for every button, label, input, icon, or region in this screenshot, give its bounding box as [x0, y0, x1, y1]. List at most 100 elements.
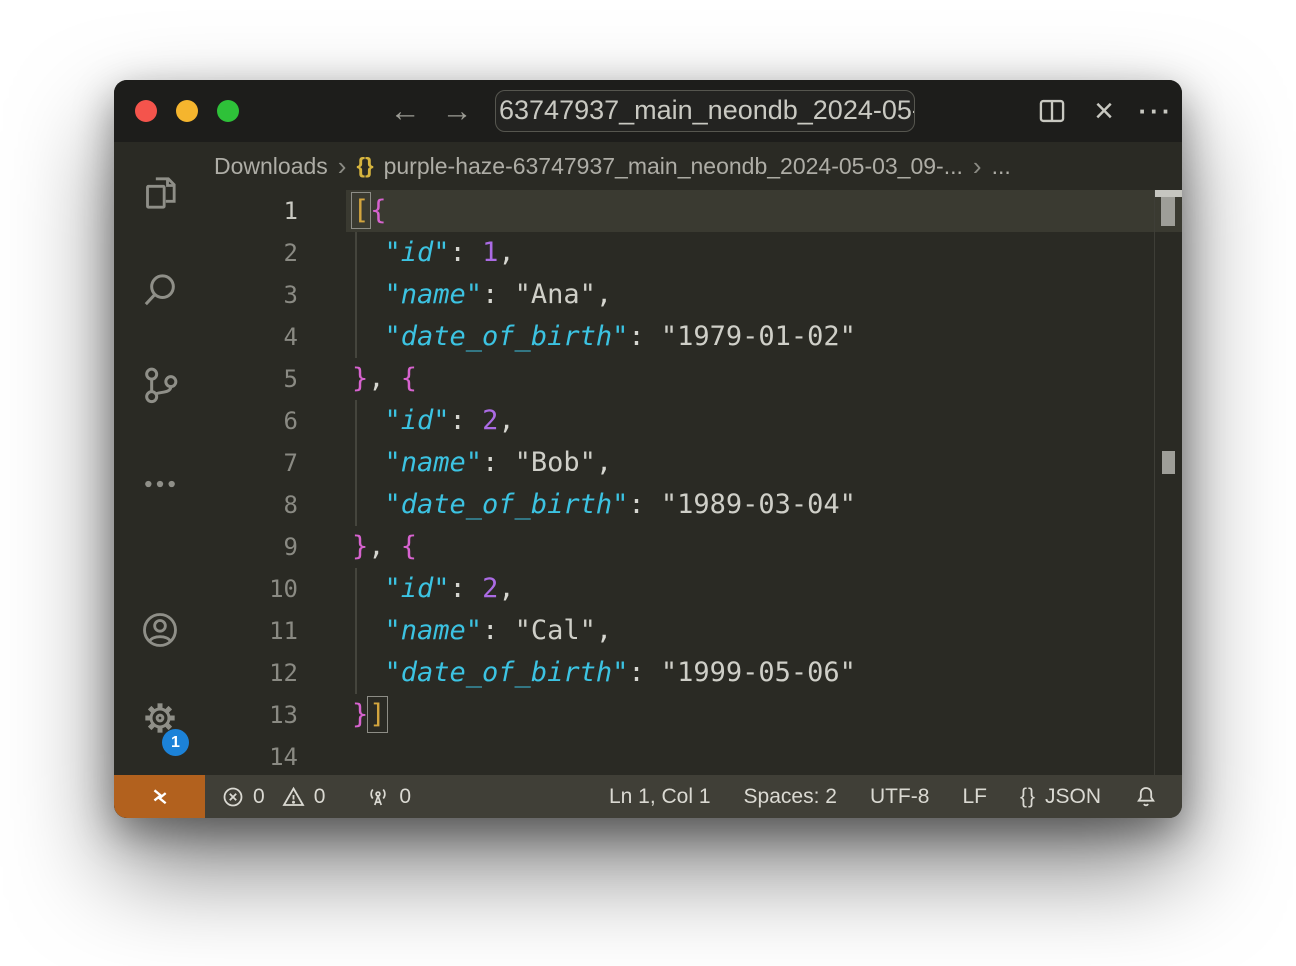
code-line[interactable]: 13}] — [210, 694, 1182, 736]
token-key: "date_of_birth" — [385, 321, 629, 352]
scrollbar-marker[interactable] — [1162, 451, 1175, 474]
eol-setting[interactable]: LF — [962, 785, 987, 809]
line-number: 9 — [210, 526, 298, 568]
cursor-position[interactable]: Ln 1, Col 1 — [609, 785, 711, 809]
line-number: 5 — [210, 358, 298, 400]
minimap-text-block — [1161, 197, 1175, 226]
line-number: 6 — [210, 400, 298, 442]
minimap-current-line-marker — [1155, 190, 1182, 197]
json-file-icon: {} — [356, 153, 373, 179]
settings-badge: 1 — [162, 729, 189, 756]
warning-icon — [281, 785, 306, 809]
token-punct: , — [596, 447, 612, 478]
token-string: "1989-03-04" — [661, 489, 856, 520]
token-string: "Ana" — [515, 279, 596, 310]
code-content: "name": "Cal", — [352, 610, 612, 652]
notifications-bell-icon[interactable] — [1134, 784, 1158, 809]
minimize-window-button[interactable] — [176, 100, 198, 122]
chevron-right-icon: › — [973, 154, 982, 178]
forward-arrow-icon[interactable]: → — [437, 92, 477, 130]
token-punct: : — [482, 279, 515, 310]
line-number: 4 — [210, 316, 298, 358]
token-punct — [352, 657, 385, 688]
token-punct: : — [628, 657, 661, 688]
error-count: 0 — [253, 785, 265, 809]
token-punct: : — [450, 573, 483, 604]
settings-gear-icon[interactable]: 1 — [140, 698, 180, 738]
code-content: "id": 2, — [352, 400, 515, 442]
token-punct — [352, 489, 385, 520]
statusbar-right: Ln 1, Col 1 Spaces: 2 UTF-8 LF {} JSON — [609, 784, 1182, 809]
token-punct — [352, 321, 385, 352]
code-content: "date_of_birth": "1979-01-02" — [352, 316, 856, 358]
command-center-title[interactable]: 63747937_main_neondb_2024-05-0 — [495, 90, 915, 132]
language-label: JSON — [1045, 785, 1101, 809]
more-actions-icon[interactable]: ··· — [1130, 96, 1182, 127]
token-brace: } — [352, 531, 368, 562]
additional-views-icon[interactable] — [140, 464, 180, 504]
error-icon — [221, 785, 245, 809]
token-key: "id" — [385, 405, 450, 436]
problems-indicator[interactable]: 0 0 — [221, 785, 325, 809]
minimap[interactable] — [1154, 190, 1182, 775]
code-content: }, { — [352, 358, 417, 400]
token-brace: { — [401, 531, 417, 562]
code-editor[interactable]: 1[{2 "id": 1,3 "name": "Ana",4 "date_of_… — [210, 190, 1182, 775]
code-content: "id": 1, — [352, 232, 515, 274]
token-punct — [352, 615, 385, 646]
breadcrumb-folder[interactable]: Downloads — [214, 153, 328, 180]
code-content: "date_of_birth": "1999-05-06" — [352, 652, 856, 694]
code-line[interactable]: 5}, { — [210, 358, 1182, 400]
language-mode[interactable]: {} JSON — [1020, 785, 1101, 809]
token-punct: , — [368, 363, 401, 394]
code-content: "name": "Ana", — [352, 274, 612, 316]
token-brace: } — [352, 363, 368, 394]
breadcrumb-symbol[interactable]: ... — [992, 153, 1011, 180]
token-punct: : — [482, 447, 515, 478]
source-control-icon[interactable] — [140, 365, 180, 405]
line-number: 11 — [210, 610, 298, 652]
token-brace: { — [401, 363, 417, 394]
token-brace: { — [370, 195, 386, 226]
token-key: "id" — [385, 573, 450, 604]
explorer-icon[interactable] — [140, 173, 180, 213]
titlebar: ← → 63747937_main_neondb_2024-05-0 × ··· — [114, 80, 1182, 142]
activity-bar: 1 — [114, 142, 210, 775]
braces-icon: {} — [1020, 785, 1036, 809]
code-line[interactable]: 1[{ — [210, 190, 1182, 232]
line-number: 1 — [210, 190, 298, 232]
token-punct: , — [498, 237, 514, 268]
code-line[interactable]: 9}, { — [210, 526, 1182, 568]
token-punct — [352, 237, 385, 268]
remote-icon — [146, 783, 173, 810]
token-punct — [352, 447, 385, 478]
encoding-setting[interactable]: UTF-8 — [870, 785, 930, 809]
maximize-window-button[interactable] — [217, 100, 239, 122]
token-punct: : — [628, 321, 661, 352]
token-punct: , — [368, 531, 401, 562]
ports-indicator[interactable]: 0 — [365, 785, 411, 809]
status-bar: 0 0 0 Ln 1, Col 1 Spaces: 2 UTF-8 LF — [114, 775, 1182, 818]
remote-indicator[interactable] — [114, 775, 205, 818]
breadcrumb-file[interactable]: purple-haze-63747937_main_neondb_2024-05… — [384, 153, 963, 180]
token-punct — [352, 405, 385, 436]
titlebar-actions: × ··· — [1026, 80, 1182, 142]
token-punct: : — [628, 489, 661, 520]
editor-area: Downloads › {} purple-haze-63747937_main… — [210, 142, 1182, 775]
code-line[interactable]: 14 — [210, 736, 1182, 775]
account-icon[interactable] — [140, 610, 180, 650]
search-icon[interactable] — [140, 270, 180, 310]
line-number: 2 — [210, 232, 298, 274]
code-content: }] — [352, 694, 387, 736]
broadcast-icon — [365, 785, 391, 809]
main-area: 1 Downloads › {} purple-haze-63747937_ma… — [114, 142, 1182, 775]
back-arrow-icon[interactable]: ← — [385, 92, 425, 130]
token-number: 1 — [482, 237, 498, 268]
close-editor-icon[interactable]: × — [1078, 96, 1130, 126]
split-editor-icon[interactable] — [1026, 98, 1078, 124]
token-key: "date_of_birth" — [385, 489, 629, 520]
close-window-button[interactable] — [135, 100, 157, 122]
indentation-setting[interactable]: Spaces: 2 — [744, 785, 837, 809]
token-punct: : — [482, 615, 515, 646]
line-number: 12 — [210, 652, 298, 694]
